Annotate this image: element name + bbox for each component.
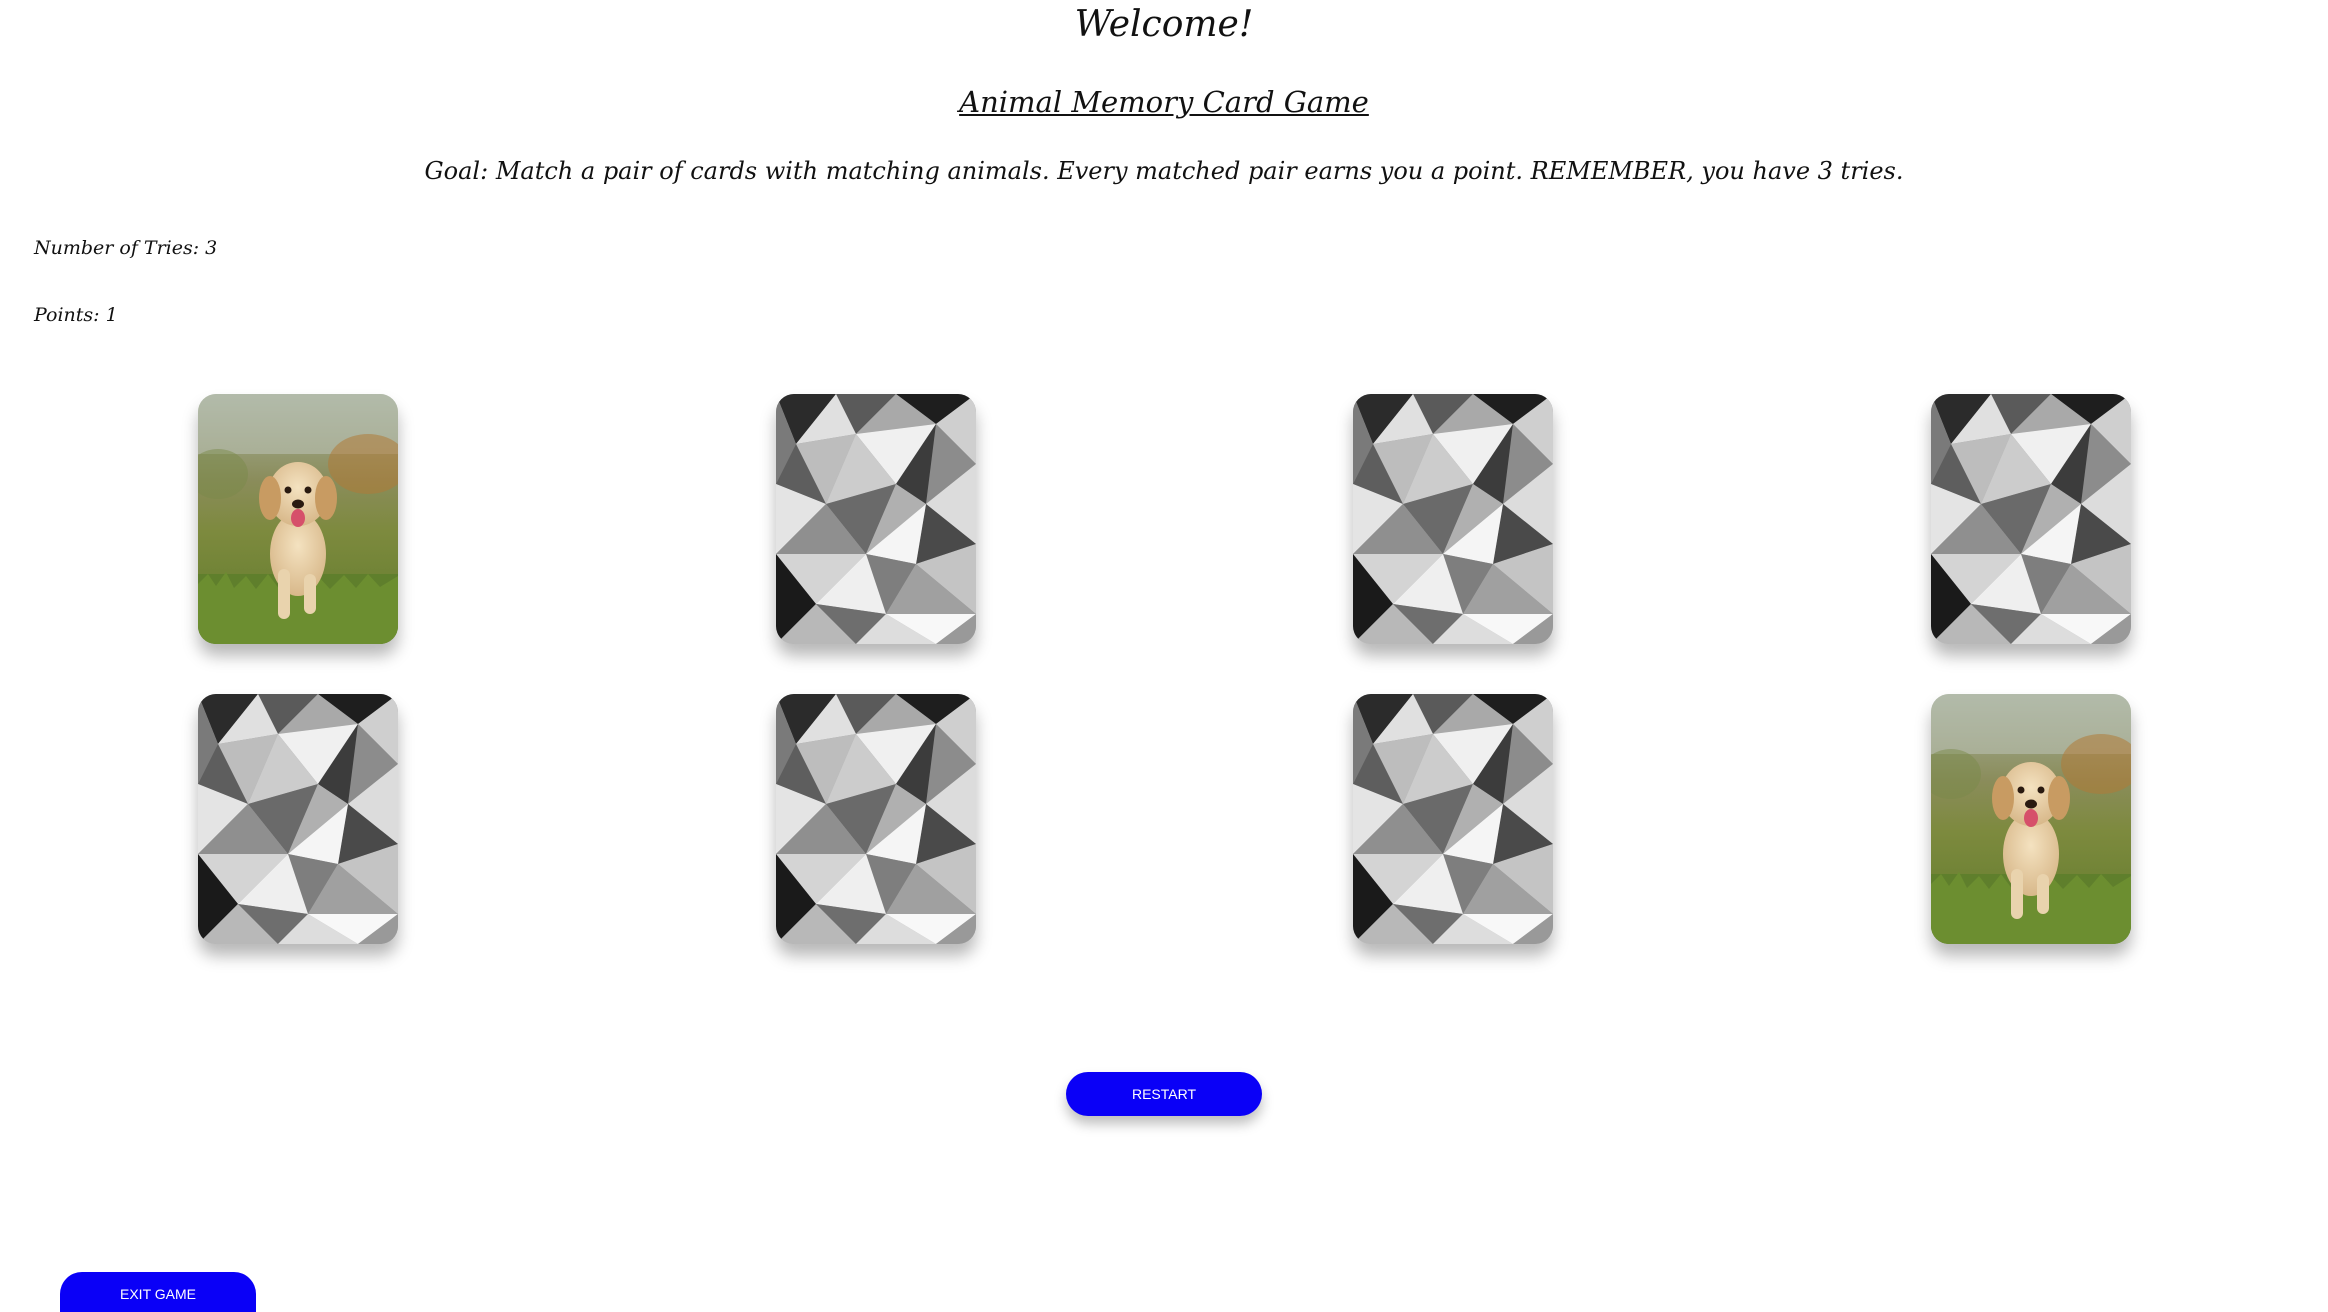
- card-back-pattern: [1353, 394, 1553, 644]
- card-back-pattern: [776, 394, 976, 644]
- card-back-pattern: [1353, 694, 1553, 944]
- exit-game-button[interactable]: EXIT GAME: [60, 1272, 256, 1312]
- card-face-down[interactable]: [198, 694, 398, 944]
- card-back-pattern: [776, 694, 976, 944]
- puppy-image: [198, 394, 398, 644]
- card-back-pattern: [198, 694, 398, 944]
- card-face-down[interactable]: [1353, 694, 1553, 944]
- card-face-down[interactable]: [776, 394, 976, 644]
- puppy-image: [1931, 694, 2131, 944]
- goal-text: Goal: Match a pair of cards with matchin…: [424, 157, 1904, 185]
- card-face-up[interactable]: [1931, 694, 2131, 944]
- tries-counter: Number of Tries: 3: [34, 237, 218, 259]
- points-counter: Points: 1: [34, 304, 118, 326]
- restart-button[interactable]: RESTART: [1066, 1072, 1262, 1116]
- card-face-down[interactable]: [776, 694, 976, 944]
- game-title: Animal Memory Card Game: [959, 85, 1369, 119]
- card-back-pattern: [1931, 394, 2131, 644]
- card-face-down[interactable]: [1931, 394, 2131, 644]
- card-face-up[interactable]: [198, 394, 398, 644]
- welcome-heading: Welcome!: [1074, 4, 1254, 45]
- card-face-down[interactable]: [1353, 394, 1553, 644]
